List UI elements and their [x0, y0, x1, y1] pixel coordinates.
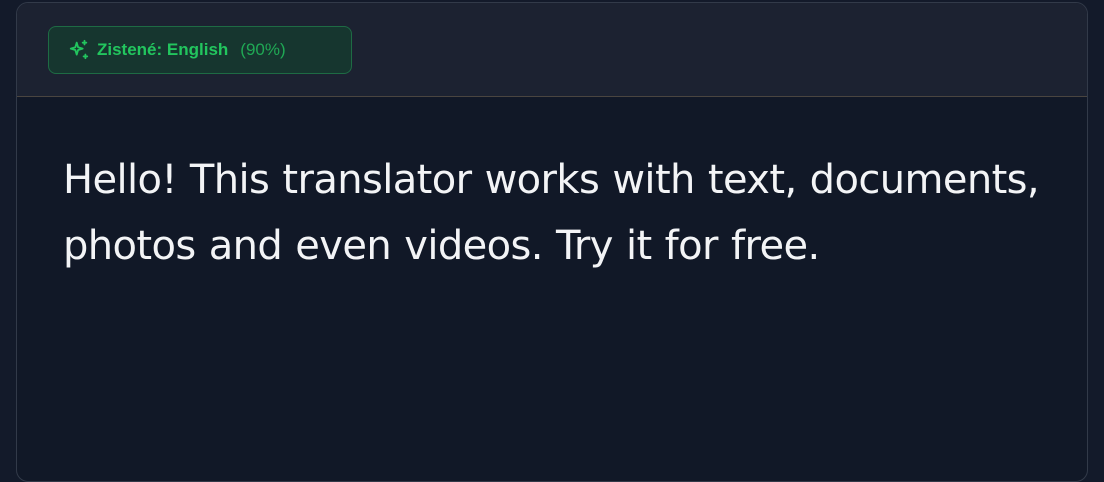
detection-confidence: (90%) [240, 40, 286, 59]
panel-header: Zistené: English (90%) [17, 3, 1087, 97]
detected-language-badge[interactable]: Zistené: English (90%) [48, 26, 352, 74]
source-text-panel: Zistené: English (90%) Hello! This trans… [16, 2, 1088, 482]
source-text[interactable]: Hello! This translator works with text, … [63, 147, 1063, 279]
detected-language-label: Zistené: English [97, 40, 229, 59]
sparkles-icon [68, 39, 90, 61]
